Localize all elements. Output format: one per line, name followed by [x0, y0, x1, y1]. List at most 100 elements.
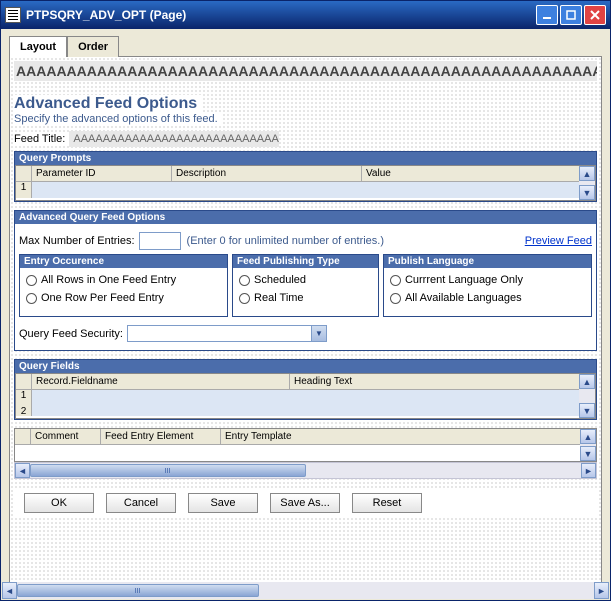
close-button[interactable] — [584, 5, 606, 25]
radio-icon — [239, 293, 250, 304]
feed-security-select[interactable]: ▼ — [127, 325, 327, 342]
radio-one-row-label: One Row Per Feed Entry — [41, 292, 164, 304]
maximize-button[interactable] — [560, 5, 582, 25]
radio-all-rows[interactable]: All Rows in One Feed Entry — [26, 274, 221, 286]
grid-vscroll[interactable]: ▲ ▼ — [579, 166, 595, 200]
page-body: AAAAAAAAAAAAAAAAAAAAAAAAAAAAAAAAAAAAAAAA… — [9, 57, 602, 582]
radio-all-rows-label: All Rows in One Feed Entry — [41, 274, 176, 286]
col-feed-entry-element[interactable]: Feed Entry Element — [101, 429, 221, 444]
cancel-button[interactable]: Cancel — [106, 493, 176, 513]
row-number: 2 — [16, 406, 32, 416]
col-comment[interactable]: Comment — [31, 429, 101, 444]
window-buttons — [536, 5, 606, 25]
col-value[interactable]: Value — [362, 166, 595, 181]
app-icon — [5, 7, 21, 23]
table-row[interactable]: 2 — [16, 406, 595, 416]
feed-security-value — [128, 326, 311, 341]
table-row[interactable]: 1 — [16, 182, 595, 198]
adv-options-group: Advanced Query Feed Options Max Number o… — [14, 210, 597, 351]
max-entries-label: Max Number of Entries: — [19, 235, 139, 247]
scroll-right-button[interactable]: ► — [594, 582, 609, 599]
scroll-down-button[interactable]: ▼ — [580, 446, 596, 461]
close-icon — [589, 9, 601, 21]
feed-security-label: Query Feed Security: — [19, 328, 127, 340]
row-number: 1 — [16, 390, 32, 406]
feed-title-label: Feed Title: — [14, 133, 69, 145]
max-entries-input[interactable] — [139, 232, 181, 250]
query-prompts-title: Query Prompts — [15, 152, 596, 165]
scroll-right-button[interactable]: ► — [581, 463, 596, 478]
scroll-down-button[interactable]: ▼ — [579, 403, 595, 418]
scroll-down-button[interactable]: ▼ — [579, 185, 595, 200]
grid-hscroll[interactable]: ◄ ► — [14, 462, 597, 479]
query-fields-grid[interactable]: Record.Fieldname Heading Text 1 2 — [15, 373, 596, 419]
entry-occurrence-title: Entry Occurence — [20, 255, 227, 268]
radio-icon — [26, 275, 37, 286]
titlebar: PTPSQRY_ADV_OPT (Page) — [1, 1, 610, 29]
radio-all-lang-label: All Available Languages — [405, 292, 522, 304]
preview-feed-link[interactable]: Preview Feed — [525, 235, 592, 247]
tab-order[interactable]: Order — [67, 36, 119, 57]
scroll-thumb[interactable] — [17, 584, 259, 597]
client-area: Layout Order AAAAAAAAAAAAAAAAAAAAAAAAAAA… — [1, 29, 610, 582]
banner-text: AAAAAAAAAAAAAAAAAAAAAAAAAAAAAAAAAAAAAAAA… — [14, 61, 597, 81]
grid-vscroll[interactable]: ▲ ▼ — [580, 429, 596, 461]
reset-button[interactable]: Reset — [352, 493, 422, 513]
radio-all-lang[interactable]: All Available Languages — [390, 292, 585, 304]
radio-icon — [26, 293, 37, 304]
query-prompts-grid[interactable]: Parameter ID Description Value 1 ▲ — [15, 165, 596, 201]
scroll-left-button[interactable]: ◄ — [2, 582, 17, 599]
window-hscroll[interactable]: ◄ ► — [2, 582, 609, 599]
max-entries-hint: (Enter 0 for unlimited number of entries… — [187, 235, 384, 247]
scroll-thumb[interactable] — [30, 464, 306, 477]
maximize-icon — [565, 9, 577, 21]
ok-button[interactable]: OK — [24, 493, 94, 513]
publish-language-group: Publish Language Currrent Language Only … — [383, 254, 592, 317]
scroll-left-button[interactable]: ◄ — [15, 463, 30, 478]
scroll-up-button[interactable]: ▲ — [579, 166, 595, 181]
button-row: OK Cancel Save Save As... Reset — [14, 489, 597, 517]
col-heading-text[interactable]: Heading Text — [290, 374, 595, 389]
page-subtitle: Specify the advanced options of this fee… — [14, 113, 222, 125]
adv-options-title: Advanced Query Feed Options — [15, 211, 596, 224]
col-entry-template[interactable]: Entry Template — [221, 429, 596, 444]
col-parameter-id[interactable]: Parameter ID — [32, 166, 172, 181]
publish-language-title: Publish Language — [384, 255, 591, 268]
radio-realtime-label: Real Time — [254, 292, 304, 304]
radio-scheduled-label: Scheduled — [254, 274, 306, 286]
radio-icon — [390, 293, 401, 304]
radio-scheduled[interactable]: Scheduled — [239, 274, 372, 286]
save-as-button[interactable]: Save As... — [270, 493, 340, 513]
col-record-fieldname[interactable]: Record.Fieldname — [32, 374, 290, 389]
window: PTPSQRY_ADV_OPT (Page) Layout Order AAAA… — [0, 0, 611, 601]
entry-occurrence-group: Entry Occurence All Rows in One Feed Ent… — [19, 254, 228, 317]
publishing-type-group: Feed Publishing Type Scheduled Real Time — [232, 254, 379, 317]
radio-realtime[interactable]: Real Time — [239, 292, 372, 304]
grid-vscroll[interactable]: ▲ ▼ — [579, 374, 595, 418]
page-title: Advanced Feed Options — [14, 95, 201, 113]
grid-corner — [16, 166, 32, 181]
tab-strip: Layout Order — [9, 35, 602, 57]
tab-layout[interactable]: Layout — [9, 36, 67, 57]
table-row[interactable]: 1 — [16, 390, 595, 406]
scroll-up-button[interactable]: ▲ — [579, 374, 595, 389]
query-prompts-group: Query Prompts Parameter ID Description V… — [14, 151, 597, 202]
row-number: 1 — [16, 182, 32, 198]
col-description[interactable]: Description — [172, 166, 362, 181]
publishing-type-title: Feed Publishing Type — [233, 255, 378, 268]
radio-current-lang[interactable]: Currrent Language Only — [390, 274, 585, 286]
entry-template-grid[interactable]: Comment Feed Entry Element Entry Templat… — [14, 428, 597, 462]
scroll-up-button[interactable]: ▲ — [580, 429, 596, 444]
grid-corner — [15, 429, 31, 444]
minimize-button[interactable] — [536, 5, 558, 25]
query-fields-title: Query Fields — [15, 360, 596, 373]
save-button[interactable]: Save — [188, 493, 258, 513]
feed-title-value: AAAAAAAAAAAAAAAAAAAAAAAAAAAAAA — [69, 131, 279, 147]
radio-icon — [390, 275, 401, 286]
radio-current-lang-label: Currrent Language Only — [405, 274, 523, 286]
query-fields-group: Query Fields Record.Fieldname Heading Te… — [14, 359, 597, 420]
radio-icon — [239, 275, 250, 286]
chevron-down-icon: ▼ — [311, 326, 326, 341]
window-title: PTPSQRY_ADV_OPT (Page) — [26, 8, 536, 22]
radio-one-row[interactable]: One Row Per Feed Entry — [26, 292, 221, 304]
